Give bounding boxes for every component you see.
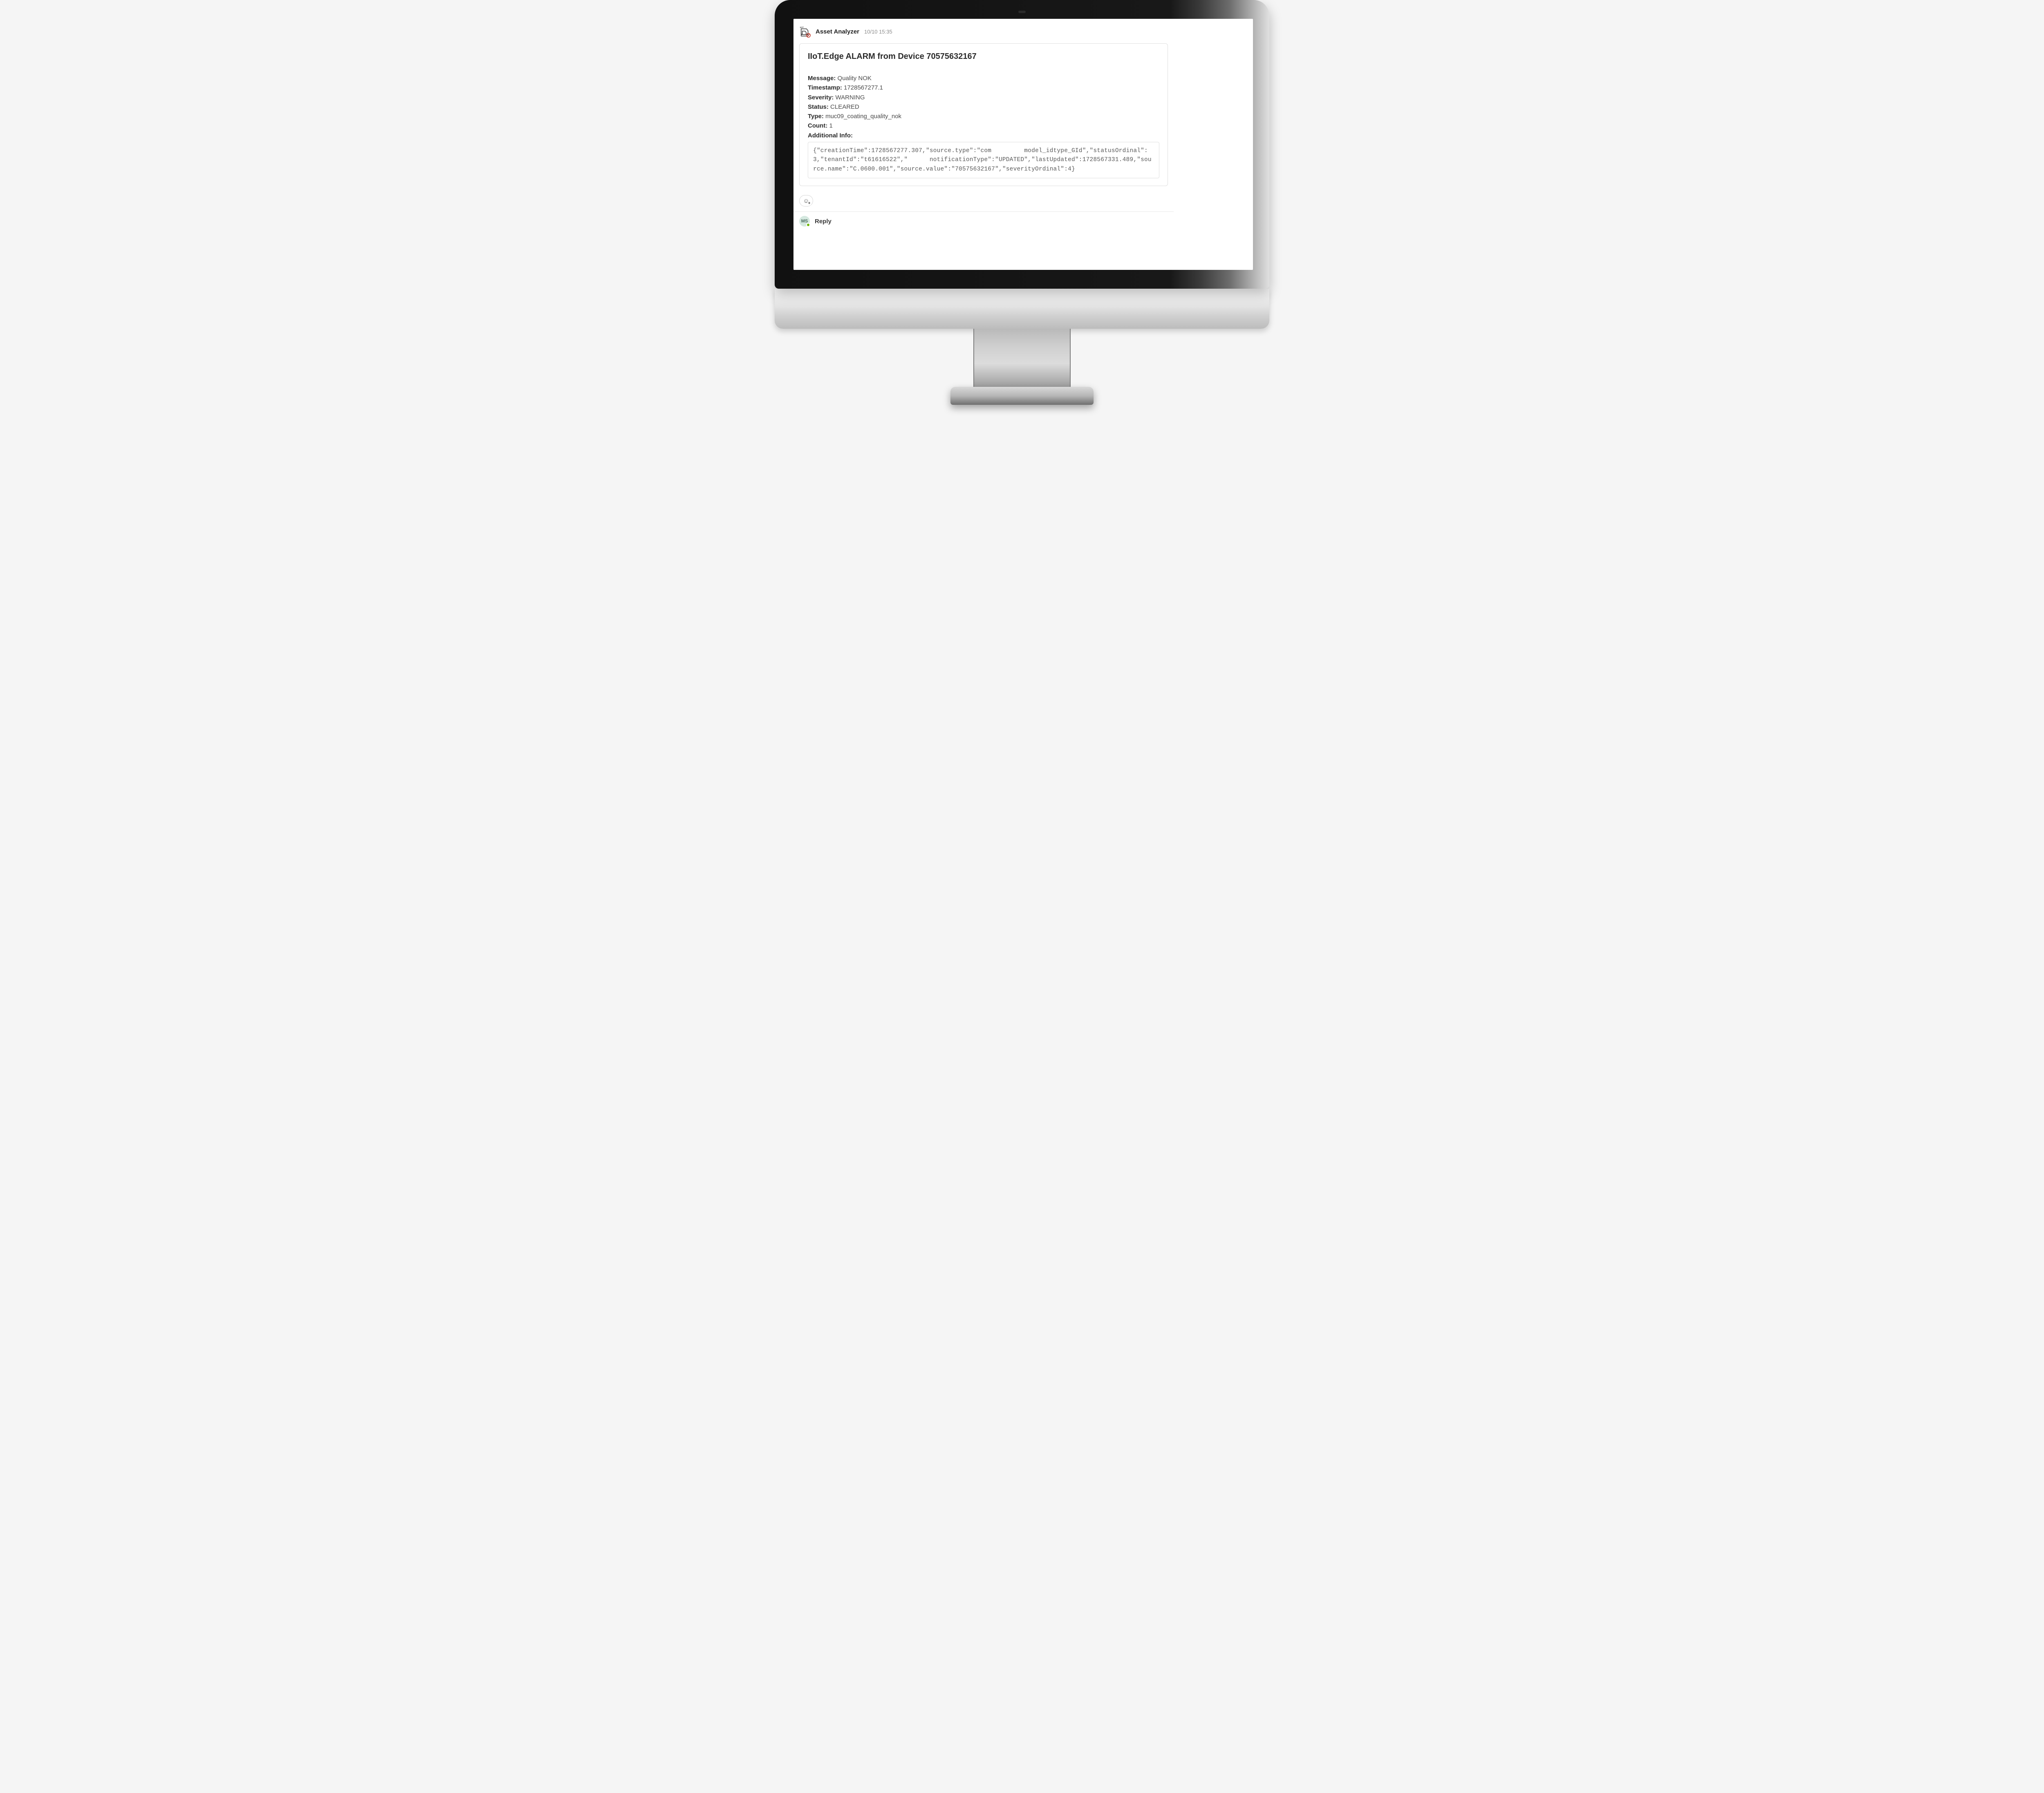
camera-notch [1018, 11, 1026, 13]
field-message-label: Message: [808, 75, 836, 82]
monitor-neck [973, 329, 1071, 387]
field-count-value: 1 [829, 122, 832, 129]
field-timestamp-value: 1728567277.1 [844, 84, 883, 91]
monitor-foot [950, 387, 1094, 405]
field-severity-label: Severity: [808, 94, 834, 101]
field-type: Type: muc09_coating_quality_nok [808, 112, 1159, 121]
reaction-bar: ☺ + [793, 192, 1174, 212]
field-severity-value: WARNING [836, 94, 865, 101]
plus-icon: + [807, 201, 811, 206]
field-status-label: Status: [808, 103, 829, 110]
field-additional-info: Additional Info: [808, 131, 1159, 140]
chat-message-pane: IIOT Asset Analyzer 10/10 15:35 IIoT.Edg… [793, 19, 1174, 270]
message-header: IIOT Asset Analyzer 10/10 15:35 [793, 24, 1174, 43]
field-message: Message: Quality NOK [808, 74, 1159, 83]
presence-available-icon [806, 223, 810, 227]
field-status: Status: CLEARED [808, 102, 1159, 112]
field-count: Count: 1 [808, 121, 1159, 130]
sender-name[interactable]: Asset Analyzer [816, 28, 859, 35]
monitor-chin [775, 289, 1269, 329]
monitor-bezel: IIOT Asset Analyzer 10/10 15:35 IIoT.Edg… [775, 0, 1269, 289]
add-reaction-button[interactable]: ☺ + [799, 195, 813, 206]
alarm-card-title: IIoT.Edge ALARM from Device 70575632167 [808, 52, 1159, 61]
field-additional-info-label: Additional Info: [808, 132, 853, 139]
screen: IIOT Asset Analyzer 10/10 15:35 IIoT.Edg… [793, 19, 1253, 270]
field-timestamp: Timestamp: 1728567277.1 [808, 83, 1159, 92]
field-severity: Severity: WARNING [808, 93, 1159, 102]
monitor-mockup: IIOT Asset Analyzer 10/10 15:35 IIoT.Edg… [775, 0, 1269, 405]
field-timestamp-label: Timestamp: [808, 84, 842, 91]
reply-row[interactable]: MS Reply [793, 212, 1174, 232]
field-count-label: Count: [808, 122, 827, 129]
message-timestamp: 10/10 15:35 [864, 29, 892, 35]
user-avatar: MS [799, 216, 810, 227]
svg-text:IIOT: IIOT [800, 27, 804, 29]
bot-avatar-icon: IIOT [799, 25, 811, 38]
field-status-value: CLEARED [830, 103, 859, 110]
additional-info-json[interactable]: {"creationTime":1728567277.307,"source.t… [808, 142, 1159, 178]
field-type-value: muc09_coating_quality_nok [825, 113, 901, 120]
field-type-label: Type: [808, 113, 824, 120]
alarm-card: IIoT.Edge ALARM from Device 70575632167 … [799, 43, 1168, 186]
reply-label: Reply [815, 218, 831, 225]
field-message-value: Quality NOK [838, 75, 872, 82]
